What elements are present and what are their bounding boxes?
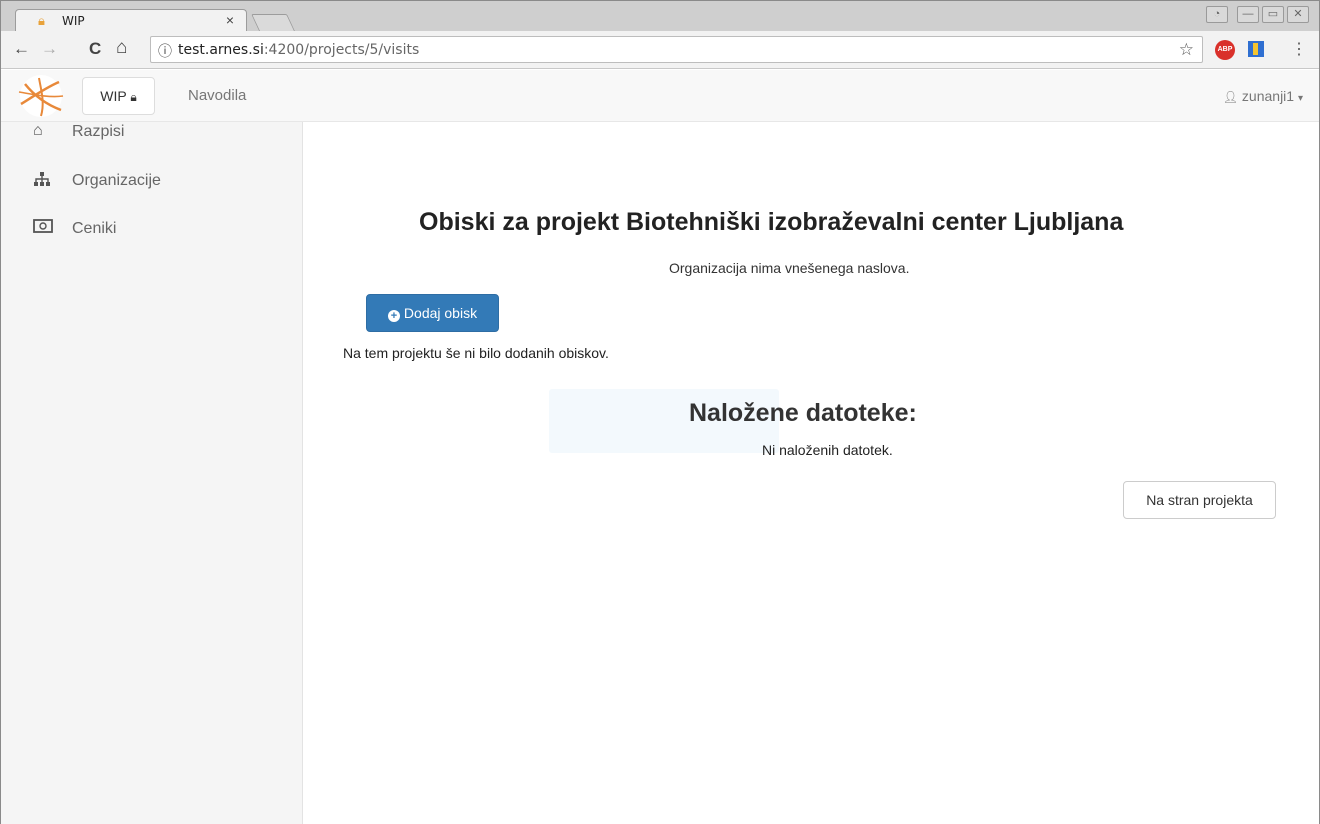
lock-icon: 🔒︎ (130, 90, 137, 104)
tab-strip: 🔒︎ WIP × ◔ — ▭ ✕ (1, 1, 1319, 32)
lock-favicon-icon: 🔒︎ (38, 13, 45, 28)
url-host: test.arnes.si (178, 42, 264, 58)
nav-link-navodila[interactable]: Navodila (188, 87, 246, 104)
sidebar-item-razpisi[interactable]: ⌂ Razpisi (1, 122, 301, 170)
files-heading: Naložene datoteke: (689, 399, 917, 427)
browser-tab[interactable]: 🔒︎ WIP × (15, 9, 247, 32)
user-icon: 👤︎ (1222, 90, 1239, 104)
brand-label: WIP (100, 88, 127, 104)
back-arrow-icon[interactable]: ← (13, 39, 30, 59)
close-window-button[interactable]: ✕ (1287, 6, 1309, 23)
maximize-button[interactable]: ▭ (1262, 6, 1284, 23)
home-icon: ⌂ (33, 122, 43, 139)
url-text[interactable]: test.arnes.si:4200/projects/5/visits (178, 42, 419, 58)
tab-close-icon[interactable]: × (226, 12, 234, 28)
app: WIP 🔒︎ Navodila 👤︎ zunanji1 ▾ ⌂ Razpisi … (1, 70, 1319, 824)
profile-icon[interactable]: ◔ (1206, 6, 1228, 23)
sitemap-icon (33, 171, 51, 192)
add-visit-label: Dodaj obisk (403, 305, 478, 321)
main-content: Obiski za projekt Biotehniški izobraževa… (303, 122, 1319, 824)
reload-icon[interactable]: C (89, 39, 101, 59)
minimize-button[interactable]: — (1237, 6, 1259, 23)
forward-arrow-icon[interactable]: → (41, 39, 58, 59)
sidebar-item-label: Razpisi (72, 123, 125, 140)
adblock-extension-icon[interactable]: ABP (1215, 40, 1235, 60)
page-title: Obiski za projekt Biotehniški izobraževa… (419, 208, 1124, 236)
bookmark-star-icon[interactable]: ☆ (1179, 40, 1194, 60)
back-to-project-button[interactable]: Na stran projekta (1123, 481, 1276, 519)
new-tab-button[interactable] (251, 14, 295, 31)
address-note: Organizacija nima vnešenega naslova. (669, 260, 910, 276)
sidebar-item-label: Ceniki (72, 220, 117, 237)
user-name: zunanji1 (1241, 88, 1295, 104)
sidebar-item-ceniki[interactable]: Ceniki (1, 219, 301, 267)
sidebar-item-label: Organizacije (72, 172, 161, 189)
brand-button[interactable]: WIP 🔒︎ (82, 77, 155, 115)
home-icon[interactable]: ⌂ (116, 37, 127, 59)
browser-window: 🔒︎ WIP × ◔ — ▭ ✕ ← → C ⌂ ⓘ test.arnes.si… (0, 0, 1320, 824)
caret-down-icon: ▾ (1297, 93, 1303, 104)
browser-toolbar: ← → C ⌂ ⓘ test.arnes.si:4200/projects/5/… (1, 31, 1319, 69)
sidebar-item-organizacije[interactable]: Organizacije (1, 171, 301, 219)
logo-icon[interactable] (15, 74, 67, 118)
address-bar[interactable]: ⓘ test.arnes.si:4200/projects/5/visits ☆ (150, 36, 1203, 63)
money-icon (33, 219, 53, 238)
extension-icon[interactable] (1248, 41, 1264, 57)
plus-circle-icon: + (387, 310, 400, 322)
app-navbar: WIP 🔒︎ Navodila 👤︎ zunanji1 ▾ (1, 70, 1319, 122)
info-icon[interactable]: ⓘ (158, 41, 172, 61)
empty-visits-message: Na tem projektu še ni bilo dodanih obisk… (343, 345, 609, 361)
window-controls: ◔ — ▭ ✕ (1206, 6, 1309, 23)
url-path: :4200/projects/5/visits (263, 42, 420, 58)
sidebar: ⌂ Razpisi Organizacije Ceniki (1, 122, 303, 824)
add-visit-button[interactable]: + Dodaj obisk (366, 294, 499, 332)
browser-menu-icon[interactable]: ⋮ (1291, 39, 1307, 59)
empty-files-message: Ni naloženih datotek. (762, 442, 893, 458)
tab-title: WIP (62, 14, 85, 28)
user-menu[interactable]: 👤︎ zunanji1 ▾ (1223, 88, 1303, 104)
